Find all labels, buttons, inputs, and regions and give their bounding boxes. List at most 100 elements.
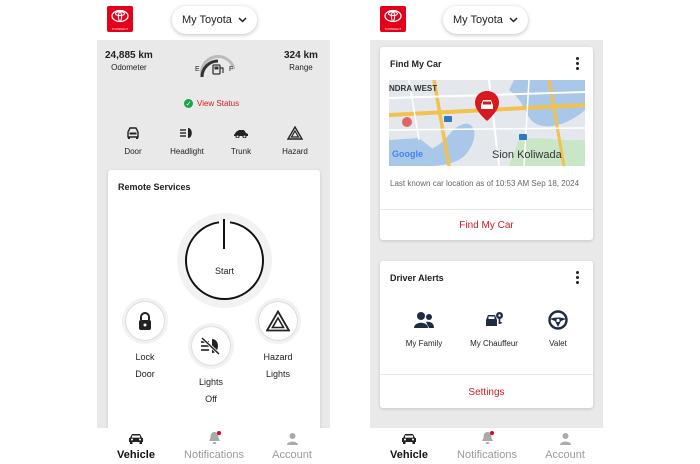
car-door-icon bbox=[108, 124, 158, 142]
logo-text: TCONNECT bbox=[384, 27, 402, 31]
divider bbox=[380, 209, 593, 210]
bottom-nav: Vehicle Notifications Account bbox=[97, 428, 330, 464]
driver-alerts-title: Driver Alerts bbox=[390, 273, 444, 283]
alert-my-chauffeur-label: My Chauffeur bbox=[470, 339, 518, 348]
chevron-down-icon bbox=[509, 15, 518, 25]
hazard-lights-label-line1: Hazard bbox=[263, 352, 293, 362]
nav-vehicle[interactable]: Vehicle bbox=[370, 431, 448, 461]
hazard-lights-button[interactable] bbox=[255, 298, 301, 344]
toyota-logo[interactable]: TCONNECT bbox=[107, 6, 133, 32]
status-door[interactable]: Door bbox=[108, 124, 158, 156]
google-logo: Google bbox=[392, 149, 423, 159]
account-icon bbox=[253, 431, 330, 445]
lock-door-label-line2: Door bbox=[135, 369, 155, 379]
odometer: 24,885 km Odometer bbox=[105, 50, 153, 72]
map-label-ndra-west: NDRA WEST bbox=[389, 84, 438, 93]
status-door-label: Door bbox=[124, 147, 142, 156]
chauffeur-icon bbox=[459, 309, 529, 331]
app-header: TCONNECT My Toyota bbox=[97, 0, 330, 40]
hazard-icon bbox=[270, 124, 320, 142]
vehicle-selector-label: My Toyota bbox=[453, 14, 503, 26]
steering-wheel-icon bbox=[523, 309, 593, 331]
account-icon bbox=[526, 431, 603, 445]
vehicle-stats: 24,885 km Odometer E F 324 km Range ✓ Vi… bbox=[97, 40, 330, 190]
hazard-lights-label: Hazard Lights bbox=[250, 349, 306, 383]
nav-account[interactable]: Account bbox=[253, 431, 330, 461]
lights-off-button[interactable] bbox=[188, 323, 234, 369]
logo-text: TCONNECT bbox=[111, 27, 129, 31]
view-status-link[interactable]: ✓ View Status bbox=[184, 99, 239, 108]
lock-door-label: Lock Door bbox=[122, 349, 168, 383]
toyota-logo[interactable]: TCONNECT bbox=[380, 6, 406, 32]
find-my-car-title: Find My Car bbox=[390, 59, 442, 69]
alert-my-family[interactable]: My Family bbox=[389, 309, 459, 348]
vehicle-screen: TCONNECT My Toyota 24,885 km Odometer E … bbox=[97, 0, 330, 464]
vehicle-selector[interactable]: My Toyota bbox=[443, 6, 528, 34]
view-status-label: View Status bbox=[197, 99, 240, 108]
car-icon bbox=[370, 431, 448, 445]
start-label: Start bbox=[214, 266, 234, 276]
status-headlight[interactable]: Headlight bbox=[162, 124, 212, 156]
family-icon bbox=[389, 309, 459, 331]
range-label: Range bbox=[289, 63, 313, 72]
find-my-car-link[interactable]: Find My Car bbox=[380, 220, 593, 231]
status-hazard-label: Hazard bbox=[282, 147, 308, 156]
settings-link[interactable]: Settings bbox=[380, 387, 593, 398]
remote-services-card: Remote Services Start Lock Door Lights O… bbox=[108, 170, 320, 450]
notification-dot bbox=[217, 431, 221, 435]
range-value: 324 km bbox=[284, 50, 318, 61]
app-header: TCONNECT My Toyota bbox=[370, 0, 603, 40]
location-map[interactable]: NDRA WEST Sion Koliwada Google bbox=[389, 80, 585, 166]
status-trunk-label: Trunk bbox=[230, 147, 252, 156]
divider bbox=[380, 374, 593, 375]
bell-icon bbox=[175, 431, 253, 445]
alert-my-chauffeur[interactable]: My Chauffeur bbox=[459, 309, 529, 348]
nav-vehicle-label: Vehicle bbox=[390, 449, 428, 461]
range: 324 km Range bbox=[284, 50, 318, 72]
nav-notifications-label: Notifications bbox=[457, 449, 517, 461]
nav-notifications[interactable]: Notifications bbox=[448, 431, 526, 461]
nav-account-label: Account bbox=[545, 449, 585, 461]
toyota-emblem-icon bbox=[384, 9, 402, 23]
lights-off-label-line2: Off bbox=[205, 394, 217, 404]
hazard-lights-label-line2: Lights bbox=[265, 369, 291, 379]
nav-notifications-label: Notifications bbox=[184, 449, 244, 461]
lights-off-label-line1: Lights bbox=[198, 377, 224, 387]
trunk-icon bbox=[216, 124, 266, 142]
nav-account-label: Account bbox=[272, 449, 312, 461]
more-options-icon[interactable] bbox=[576, 57, 579, 72]
headlight-icon bbox=[162, 124, 212, 142]
lights-off-label: Lights Off bbox=[188, 374, 234, 408]
vehicle-selector[interactable]: My Toyota bbox=[172, 6, 257, 34]
status-hazard[interactable]: Hazard bbox=[270, 124, 320, 156]
hazard-lights-icon bbox=[266, 310, 290, 332]
bell-icon bbox=[448, 431, 526, 445]
chevron-down-icon bbox=[238, 15, 247, 25]
alert-valet-label: Valet bbox=[549, 339, 567, 348]
car-location-pin-icon[interactable] bbox=[474, 90, 500, 122]
nav-account[interactable]: Account bbox=[526, 431, 603, 461]
nav-vehicle[interactable]: Vehicle bbox=[97, 431, 175, 461]
driver-alerts-card: Driver Alerts My Family My Chauffeur Val… bbox=[380, 261, 593, 408]
fuel-gauge-icon bbox=[196, 49, 240, 81]
lights-off-icon bbox=[200, 337, 221, 355]
fuel-empty-label: E bbox=[195, 66, 200, 73]
notification-dot bbox=[490, 431, 494, 435]
start-button[interactable]: Start bbox=[177, 213, 272, 308]
nav-notifications[interactable]: Notifications bbox=[175, 431, 253, 461]
lock-door-button[interactable] bbox=[122, 298, 168, 344]
last-known-location: Last known car location as of 10:53 AM S… bbox=[390, 179, 580, 188]
check-circle-icon: ✓ bbox=[184, 99, 193, 108]
more-options-icon[interactable] bbox=[576, 271, 579, 286]
status-trunk[interactable]: Trunk bbox=[216, 124, 266, 156]
lock-door-label-line1: Lock bbox=[135, 352, 155, 362]
vehicle-selector-label: My Toyota bbox=[182, 14, 232, 26]
bottom-nav: Vehicle Notifications Account bbox=[370, 428, 603, 464]
toyota-emblem-icon bbox=[111, 9, 129, 23]
nav-vehicle-label: Vehicle bbox=[117, 449, 155, 461]
status-headlight-label: Headlight bbox=[170, 147, 204, 156]
alert-valet[interactable]: Valet bbox=[523, 309, 593, 348]
odometer-value: 24,885 km bbox=[105, 50, 153, 61]
alert-my-family-label: My Family bbox=[405, 339, 443, 348]
odometer-label: Odometer bbox=[111, 63, 147, 72]
